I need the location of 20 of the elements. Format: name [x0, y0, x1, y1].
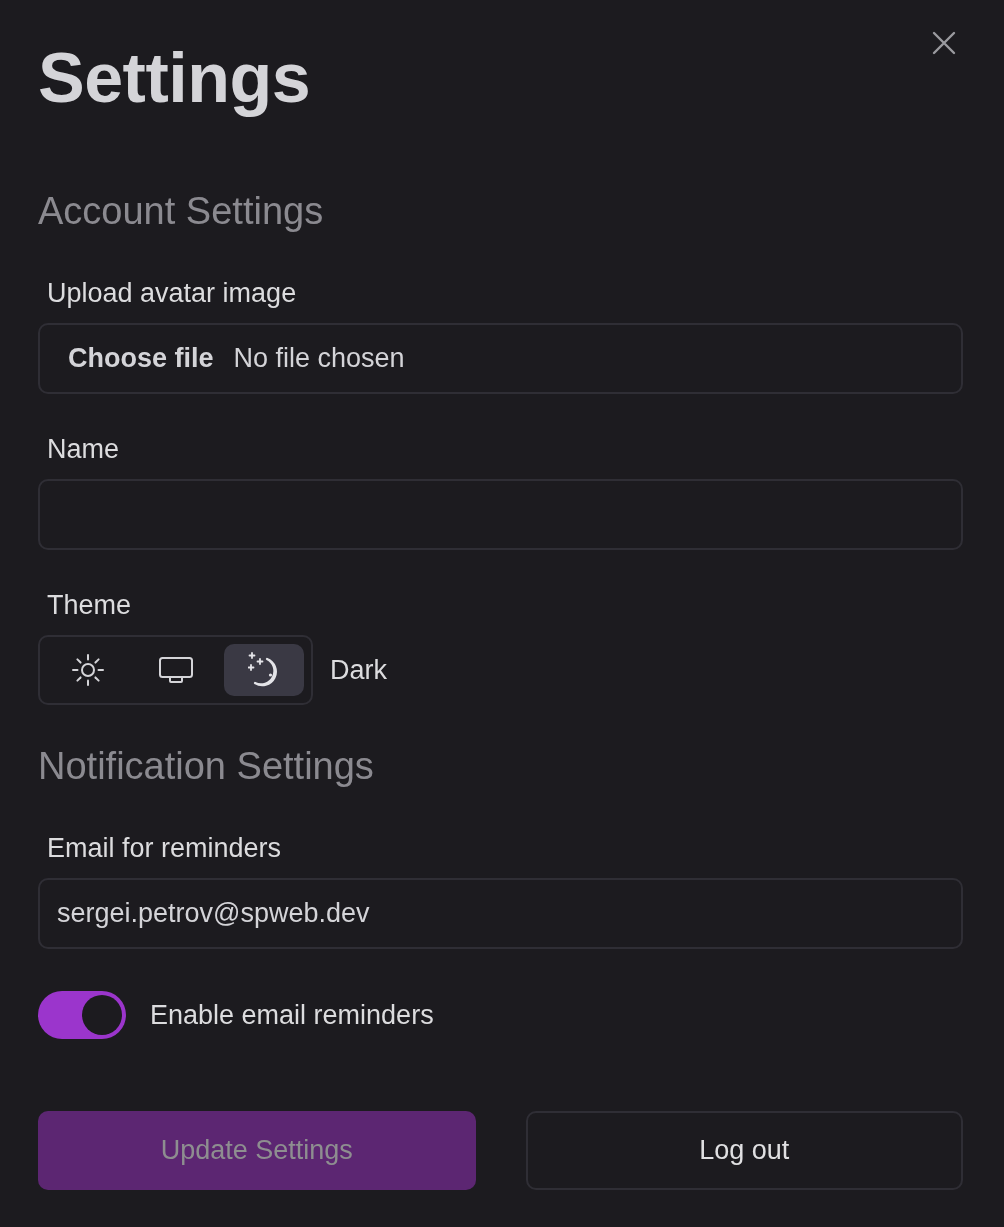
theme-option-button[interactable]: [224, 644, 304, 696]
field-label: Name: [46, 433, 121, 466]
sun-icon: [72, 654, 104, 686]
close-icon[interactable]: [932, 31, 956, 55]
section-heading: Notification Settings: [38, 744, 375, 789]
field-label: Upload avatar image: [46, 277, 298, 310]
field-label: Theme: [46, 589, 133, 622]
toggle-label: Enable email reminders: [150, 999, 434, 1031]
field-label: Email for reminders: [46, 832, 283, 865]
section-heading: Account Settings: [38, 189, 325, 234]
text-input-field[interactable]: sergei.petrov@spweb.dev: [38, 878, 963, 949]
choose-file-button[interactable]: Choose file: [68, 343, 214, 374]
monitor-icon: [159, 657, 193, 683]
theme-value-text: Dark: [330, 654, 387, 686]
file-input[interactable]: Choose file No file chosen: [38, 323, 963, 394]
page-title: Settings: [38, 38, 311, 119]
toggle-switch[interactable]: [38, 991, 126, 1039]
logout-button[interactable]: Log out: [525, 1111, 963, 1190]
file-status-text: No file chosen: [233, 343, 405, 374]
moon-stars-icon: [248, 651, 280, 689]
